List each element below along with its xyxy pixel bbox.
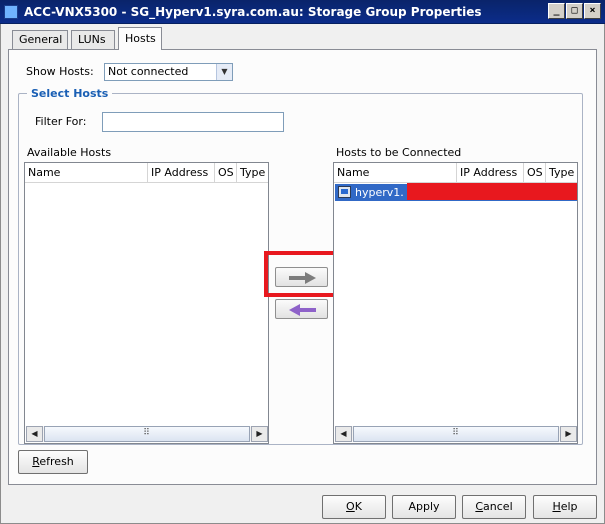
- chevron-down-icon[interactable]: ▼: [216, 64, 232, 80]
- window-title: ACC-VNX5300 - SG_Hyperv1.syra.com.au: St…: [24, 5, 482, 19]
- column-header-os[interactable]: OS: [215, 163, 237, 183]
- show-hosts-selected: Not connected: [108, 65, 189, 78]
- ok-button[interactable]: OK: [322, 495, 386, 519]
- scroll-left-icon[interactable]: ◀: [335, 426, 352, 442]
- host-name: hyperv1.: [355, 186, 404, 199]
- available-hosts-list[interactable]: Name IP Address OS Type ◀ ⠿ ▶: [24, 162, 269, 444]
- help-mnemonic: H: [552, 500, 561, 513]
- column-header-ip-address[interactable]: IP Address: [457, 163, 524, 183]
- hosts-to-connect-list[interactable]: Name IP Address OS Type hyperv1. ◀ ⠿ ▶: [333, 162, 578, 444]
- column-header-type[interactable]: Type: [546, 163, 577, 183]
- arrow-left-icon: [289, 304, 316, 316]
- column-header-type[interactable]: Type: [237, 163, 268, 183]
- scroll-thumb[interactable]: ⠿: [44, 426, 250, 442]
- column-header-ip-address[interactable]: IP Address: [148, 163, 215, 183]
- help-label: elp: [560, 500, 578, 513]
- ok-mnemonic: O: [346, 500, 355, 513]
- hosts-to-connect-hscrollbar[interactable]: ◀ ⠿ ▶: [335, 426, 577, 442]
- select-hosts-title: Select Hosts: [27, 86, 113, 102]
- apply-button[interactable]: Apply: [392, 495, 456, 519]
- hosts-to-connect-title: Hosts to be Connected: [336, 146, 462, 159]
- scroll-right-icon[interactable]: ▶: [560, 426, 577, 442]
- minimize-button[interactable]: _: [548, 3, 565, 19]
- refresh-label: efresh: [39, 455, 74, 468]
- annotation-highlight-box: [264, 251, 343, 297]
- server-icon: [338, 186, 351, 198]
- filter-input[interactable]: [102, 112, 284, 132]
- available-hosts-title: Available Hosts: [27, 146, 112, 159]
- column-header-name[interactable]: Name: [25, 163, 148, 183]
- help-button[interactable]: Help: [533, 495, 597, 519]
- ok-label: K: [354, 500, 362, 513]
- remove-host-button[interactable]: [275, 299, 328, 319]
- column-header-os[interactable]: OS: [524, 163, 546, 183]
- show-hosts-label: Show Hosts:: [26, 65, 94, 78]
- tab-general[interactable]: General: [12, 30, 68, 49]
- available-hosts-hscrollbar[interactable]: ◀ ⠿ ▶: [26, 426, 268, 442]
- scroll-right-icon[interactable]: ▶: [251, 426, 268, 442]
- column-header-name[interactable]: Name: [334, 163, 457, 183]
- filter-label: Filter For:: [35, 115, 87, 128]
- app-icon: [4, 5, 18, 19]
- scroll-thumb[interactable]: ⠿: [353, 426, 559, 442]
- close-button[interactable]: ×: [584, 3, 601, 19]
- maximize-button[interactable]: □: [566, 3, 583, 19]
- redaction-bar: [407, 183, 577, 200]
- tab-hosts[interactable]: Hosts: [118, 27, 162, 50]
- scroll-left-icon[interactable]: ◀: [26, 426, 43, 442]
- cancel-mnemonic: C: [475, 500, 484, 513]
- cancel-button[interactable]: Cancel: [462, 495, 526, 519]
- show-hosts-dropdown[interactable]: Not connected ▼: [104, 63, 233, 81]
- tab-luns[interactable]: LUNs: [71, 30, 115, 49]
- cancel-label: ancel: [483, 500, 513, 513]
- refresh-button[interactable]: Refresh: [18, 450, 88, 474]
